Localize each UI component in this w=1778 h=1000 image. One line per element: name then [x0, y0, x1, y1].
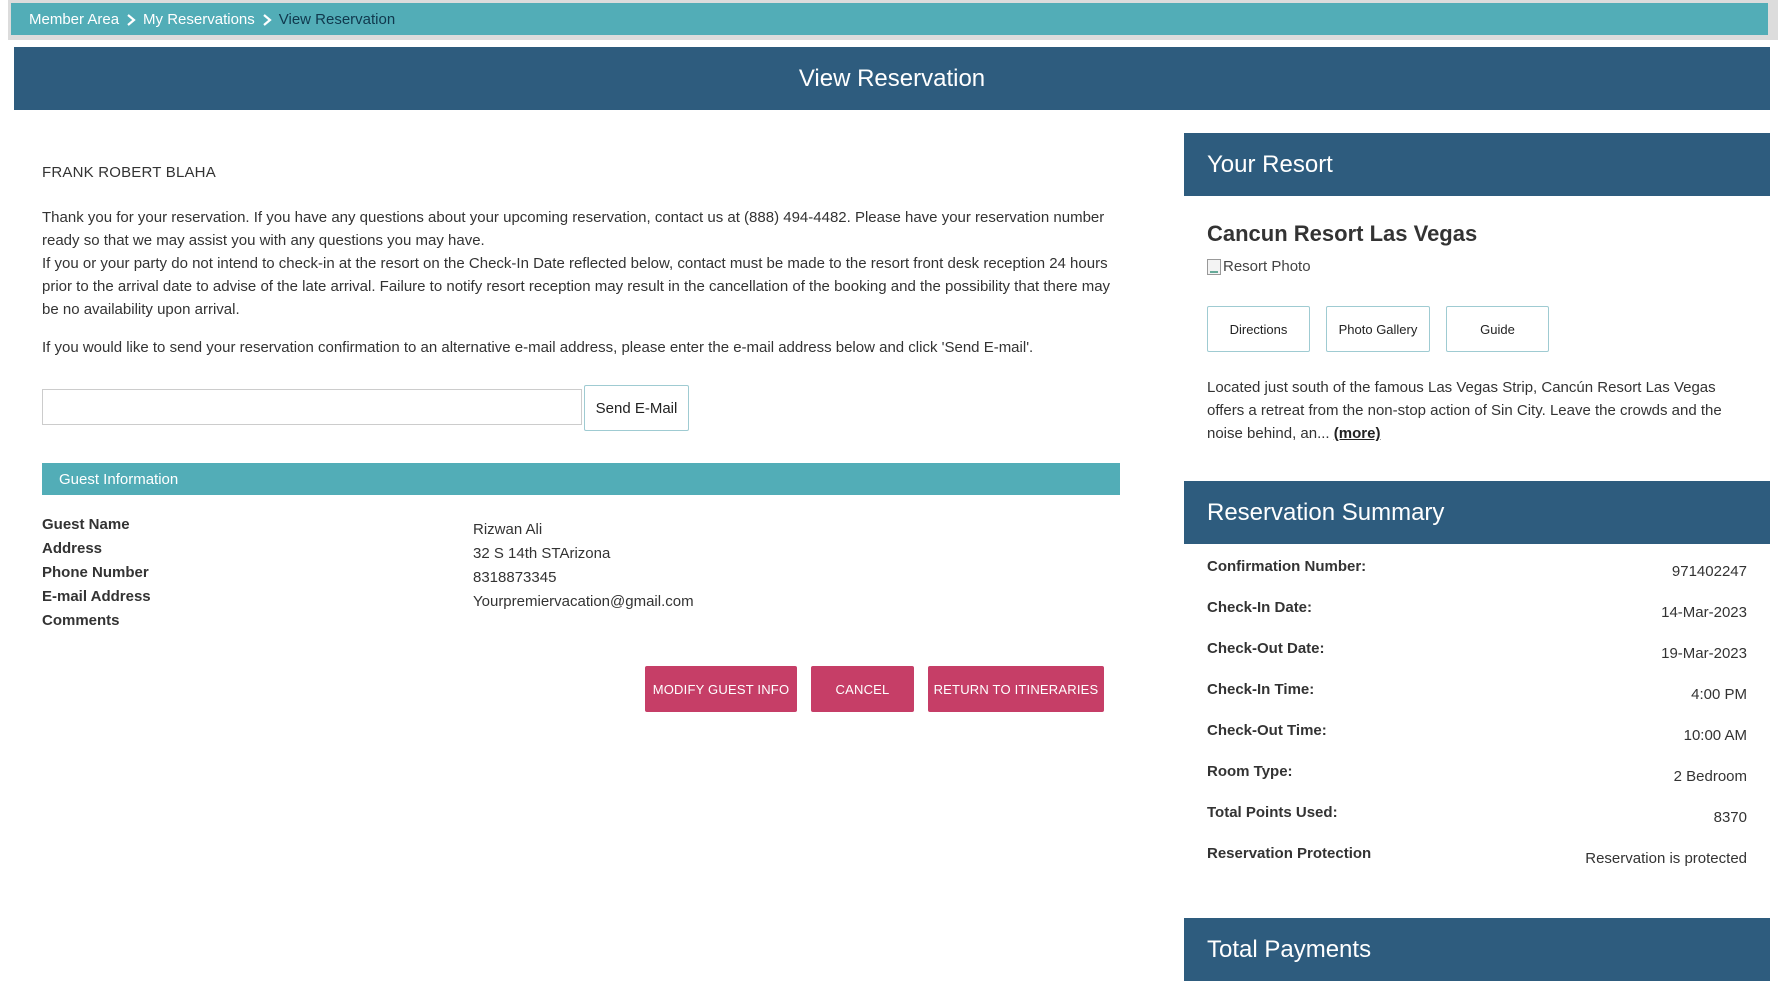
guide-button[interactable]: Guide: [1446, 306, 1549, 352]
breadcrumb-my-reservations[interactable]: My Reservations: [143, 11, 255, 28]
summary-value: 14-Mar-2023: [1661, 604, 1747, 621]
summary-row: Room Type: 2 Bedroom: [1207, 763, 1747, 804]
resort-photo-alt: Resort Photo: [1223, 258, 1311, 275]
breadcrumb-bar: Member Area My Reservations View Reserva…: [8, 0, 1778, 40]
photo-gallery-button[interactable]: Photo Gallery: [1326, 306, 1430, 352]
your-resort-header: Your Resort: [1184, 133, 1770, 196]
reservation-summary: Confirmation Number: 971402247 Check-In D…: [1207, 558, 1747, 886]
email-value: Yourpremiervacation@gmail.com: [473, 593, 694, 610]
summary-value: 971402247: [1671, 563, 1747, 580]
guest-info-values: Rizwan Ali 32 S 14th STArizona 831887334…: [473, 518, 694, 638]
phone-value: 8318873345: [473, 569, 557, 586]
chevron-right-icon: [119, 11, 143, 27]
summary-value: 4:00 PM: [1691, 686, 1747, 703]
summary-row: Check-Out Time: 10:00 AM: [1207, 722, 1747, 763]
guest-name-label: Guest Name: [42, 516, 130, 533]
email-label: E-mail Address: [42, 588, 151, 605]
comments-value: [473, 614, 694, 638]
summary-label: Check-Out Time:: [1207, 722, 1327, 739]
address-label: Address: [42, 540, 103, 557]
summary-value: 8370: [1713, 809, 1747, 826]
summary-label: Check-Out Date:: [1207, 640, 1325, 657]
summary-row: Check-In Date: 14-Mar-2023: [1207, 599, 1747, 640]
alternate-email-input[interactable]: [42, 389, 582, 425]
member-name: FRANK ROBERT BLAHA: [42, 164, 216, 181]
summary-row: Confirmation Number: 971402247: [1207, 558, 1747, 599]
summary-row: Check-In Time: 4:00 PM: [1207, 681, 1747, 722]
cancel-button[interactable]: CANCEL: [811, 666, 914, 712]
reservation-summary-header: Reservation Summary: [1184, 481, 1770, 544]
total-payments-header: Total Payments: [1184, 918, 1770, 981]
email-instructions: If you would like to send your reservati…: [42, 339, 1034, 356]
summary-row: Total Points Used: 8370: [1207, 804, 1747, 845]
resort-photo: Resort Photo: [1207, 258, 1311, 275]
summary-label: Room Type:: [1207, 763, 1293, 780]
send-email-button[interactable]: Send E-Mail: [584, 385, 689, 431]
modify-guest-info-button[interactable]: MODIFY GUEST INFO: [645, 666, 797, 712]
contact-paragraph: Thank you for your reservation. If you h…: [42, 209, 1105, 249]
summary-value: 10:00 AM: [1683, 727, 1747, 744]
summary-label: Reservation Protection: [1207, 845, 1372, 862]
resort-name: Cancun Resort Las Vegas: [1207, 221, 1478, 246]
breadcrumb-member-area[interactable]: Member Area: [29, 11, 119, 28]
breadcrumb-view-reservation: View Reservation: [278, 10, 396, 28]
return-to-itineraries-button[interactable]: RETURN TO ITINERARIES: [928, 666, 1104, 712]
summary-row: Check-Out Date: 19-Mar-2023: [1207, 640, 1747, 681]
summary-row: Reservation Protection Reservation is pro…: [1207, 845, 1747, 886]
page-title: View Reservation: [14, 47, 1770, 110]
broken-image-icon: [1207, 258, 1221, 275]
guest-information-header: Guest Information: [42, 463, 1120, 495]
summary-label: Confirmation Number:: [1207, 558, 1367, 575]
resort-description: Located just south of the famous Las Veg…: [1207, 376, 1747, 445]
guest-name-value: Rizwan Ali: [473, 521, 543, 538]
directions-button[interactable]: Directions: [1207, 306, 1310, 352]
phone-label: Phone Number: [42, 564, 149, 581]
summary-label: Check-In Time:: [1207, 681, 1315, 698]
more-link[interactable]: (more): [1334, 425, 1381, 442]
summary-value: 2 Bedroom: [1673, 768, 1747, 785]
summary-label: Check-In Date:: [1207, 599, 1313, 616]
resort-description-text: Located just south of the famous Las Veg…: [1207, 379, 1722, 442]
comments-label: Comments: [42, 612, 120, 629]
summary-value: Reservation is protected: [1585, 850, 1747, 867]
late-arrival-paragraph: If you or your party do not intend to ch…: [42, 255, 1111, 318]
summary-label: Total Points Used:: [1207, 804, 1338, 821]
address-value: 32 S 14th STArizona: [473, 545, 611, 562]
chevron-right-icon: [255, 11, 279, 27]
summary-value: 19-Mar-2023: [1661, 645, 1747, 662]
guest-info-labels: Guest Name Address Phone Number E-mail A…: [42, 513, 151, 633]
breadcrumb: Member Area My Reservations View Reserva…: [11, 3, 1768, 35]
